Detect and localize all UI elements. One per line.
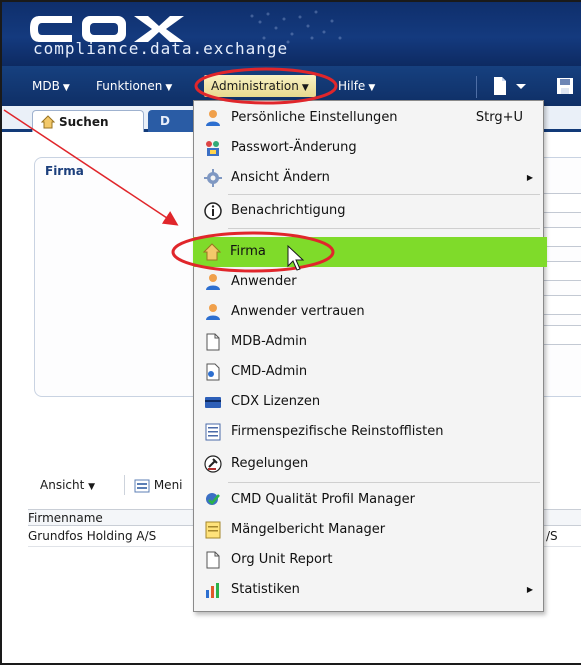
menu-item-label: Persönliche Einstellungen [231,110,398,125]
chevron-down-icon: ▼ [165,83,173,93]
person-settings-icon [206,110,220,126]
menu-item-label: Firma [230,244,266,259]
menu-item-persoenliche-einstellungen[interactable]: Persönliche Einstellungen Strg+U [194,103,543,133]
firma-field[interactable] [542,325,581,345]
view-menu-label: Ansicht [40,478,85,492]
tab-second-label: D [160,114,170,128]
menu-item-cmd-admin[interactable]: CMD-Admin [194,357,543,387]
menu-item-label: Statistiken [231,582,300,597]
menu-funktionen-label: Funktionen [96,79,163,93]
menu-mdb[interactable]: MDB ▼ [32,75,70,97]
home-icon [41,115,55,129]
menu-mdb-label: MDB [32,79,60,93]
chevron-down-icon: ▼ [62,83,70,93]
menu-item-label: CMD-Admin [231,364,308,379]
menu-item-passwort-aenderung[interactable]: Passwort-Änderung [194,133,543,163]
menu-item-anwender[interactable]: Anwender [194,267,543,297]
menu-hilfe[interactable]: Hilfe ▼ [338,75,375,97]
menu-item-label: Benachrichtigung [231,203,346,218]
chevron-down-icon: ▼ [368,83,376,93]
shortcut-label: Strg+U [475,110,523,125]
firma-field[interactable] [542,193,581,213]
menu-button-label: Meni [153,478,183,492]
chart-icon [206,583,219,598]
menu-item-cmd-qualitaet[interactable]: CMD Qualität Profil Manager [194,485,543,515]
menu-item-org-unit-report[interactable]: Org Unit Report [194,545,543,575]
menu-item-label: MDB-Admin [231,334,307,349]
chevron-down-icon: ▼ [301,83,309,93]
menu-item-reinstofflisten[interactable]: Firmenspezifische Reinstofflisten [194,417,543,447]
menu-item-label: CDX Lizenzen [231,394,321,409]
menu-button[interactable]: Meni [134,473,183,497]
trusted-user-icon [206,304,220,320]
menu-separator [228,482,540,483]
menu-administration-label: Administration [211,79,299,93]
app-header: compliance.data.exchange [2,2,581,66]
submenu-arrow-icon: ▶ [526,585,533,594]
menu-item-regelungen[interactable]: Regelungen [194,449,543,479]
menu-grid-icon [134,479,150,492]
menu-item-label: Org Unit Report [231,552,333,567]
toolbar-separator [124,475,125,495]
menu-funktionen[interactable]: Funktionen ▼ [96,75,172,97]
toolbar-divider [476,76,477,98]
gavel-icon [204,455,222,473]
new-document-icon[interactable] [492,76,508,96]
column-header-firmenname[interactable]: Firmenname [28,511,103,525]
menu-item-maengelbericht[interactable]: Mängelbericht Manager [194,515,543,545]
firma-field[interactable] [542,227,581,247]
user-icon [206,274,220,290]
check-profile-icon [206,493,220,505]
report-icon [205,521,221,539]
menu-item-mdb-admin[interactable]: MDB-Admin [194,327,543,357]
gear-icon [204,169,222,187]
menu-item-label: Regelungen [231,456,309,471]
home-icon [203,243,221,261]
dropdown-arrow-icon[interactable] [514,76,528,96]
firma-field[interactable] [542,295,581,315]
menu-item-label: Ansicht Ändern [231,170,330,185]
menu-item-statistiken[interactable]: Statistiken ▶ [194,575,543,605]
menu-administration[interactable]: Administration ▼ [204,75,316,97]
menu-item-label: Anwender vertrauen [231,304,365,319]
license-card-icon [205,397,221,408]
info-icon [204,202,222,220]
menu-separator [228,228,540,229]
logo-text: compliance.data.exchange [33,39,289,58]
menu-item-ansicht-aendern[interactable]: Ansicht Ändern ▶ [194,163,543,193]
menu-hilfe-label: Hilfe [338,79,366,93]
firma-field[interactable] [542,261,581,281]
document-icon [206,333,220,351]
save-icon[interactable] [556,76,574,96]
menu-item-label: Mängelbericht Manager [231,522,386,537]
menu-item-firma[interactable]: Firma [193,237,547,267]
row-firmenname: Grundfos Holding A/S [28,529,157,543]
tab-suchen[interactable]: Suchen [32,110,144,132]
panel-title: Firma [45,164,84,178]
menu-item-benachrichtigung[interactable]: Benachrichtigung [194,196,543,226]
document-admin-icon [206,363,220,381]
row-cell-tail: /S [546,529,558,543]
menu-item-anwender-vertrauen[interactable]: Anwender vertrauen [194,297,543,327]
menu-item-cdx-lizenzen[interactable]: CDX Lizenzen [194,387,543,417]
menu-separator [228,194,540,195]
menu-item-label: Firmenspezifische Reinstofflisten [231,424,444,439]
submenu-arrow-icon: ▶ [526,173,533,182]
tab-suchen-label: Suchen [59,115,109,129]
password-icon [206,141,219,156]
view-menu[interactable]: Ansicht ▼ [40,473,95,497]
administration-dropdown: Persönliche Einstellungen Strg+U Passwor… [193,100,547,612]
menu-item-label: CMD Qualität Profil Manager [231,492,415,507]
chevron-down-icon: ▼ [88,482,96,492]
menu-item-label: Anwender [231,274,297,289]
document-icon [206,551,220,569]
menu-item-label: Passwort-Änderung [231,140,357,155]
list-icon [205,423,221,441]
